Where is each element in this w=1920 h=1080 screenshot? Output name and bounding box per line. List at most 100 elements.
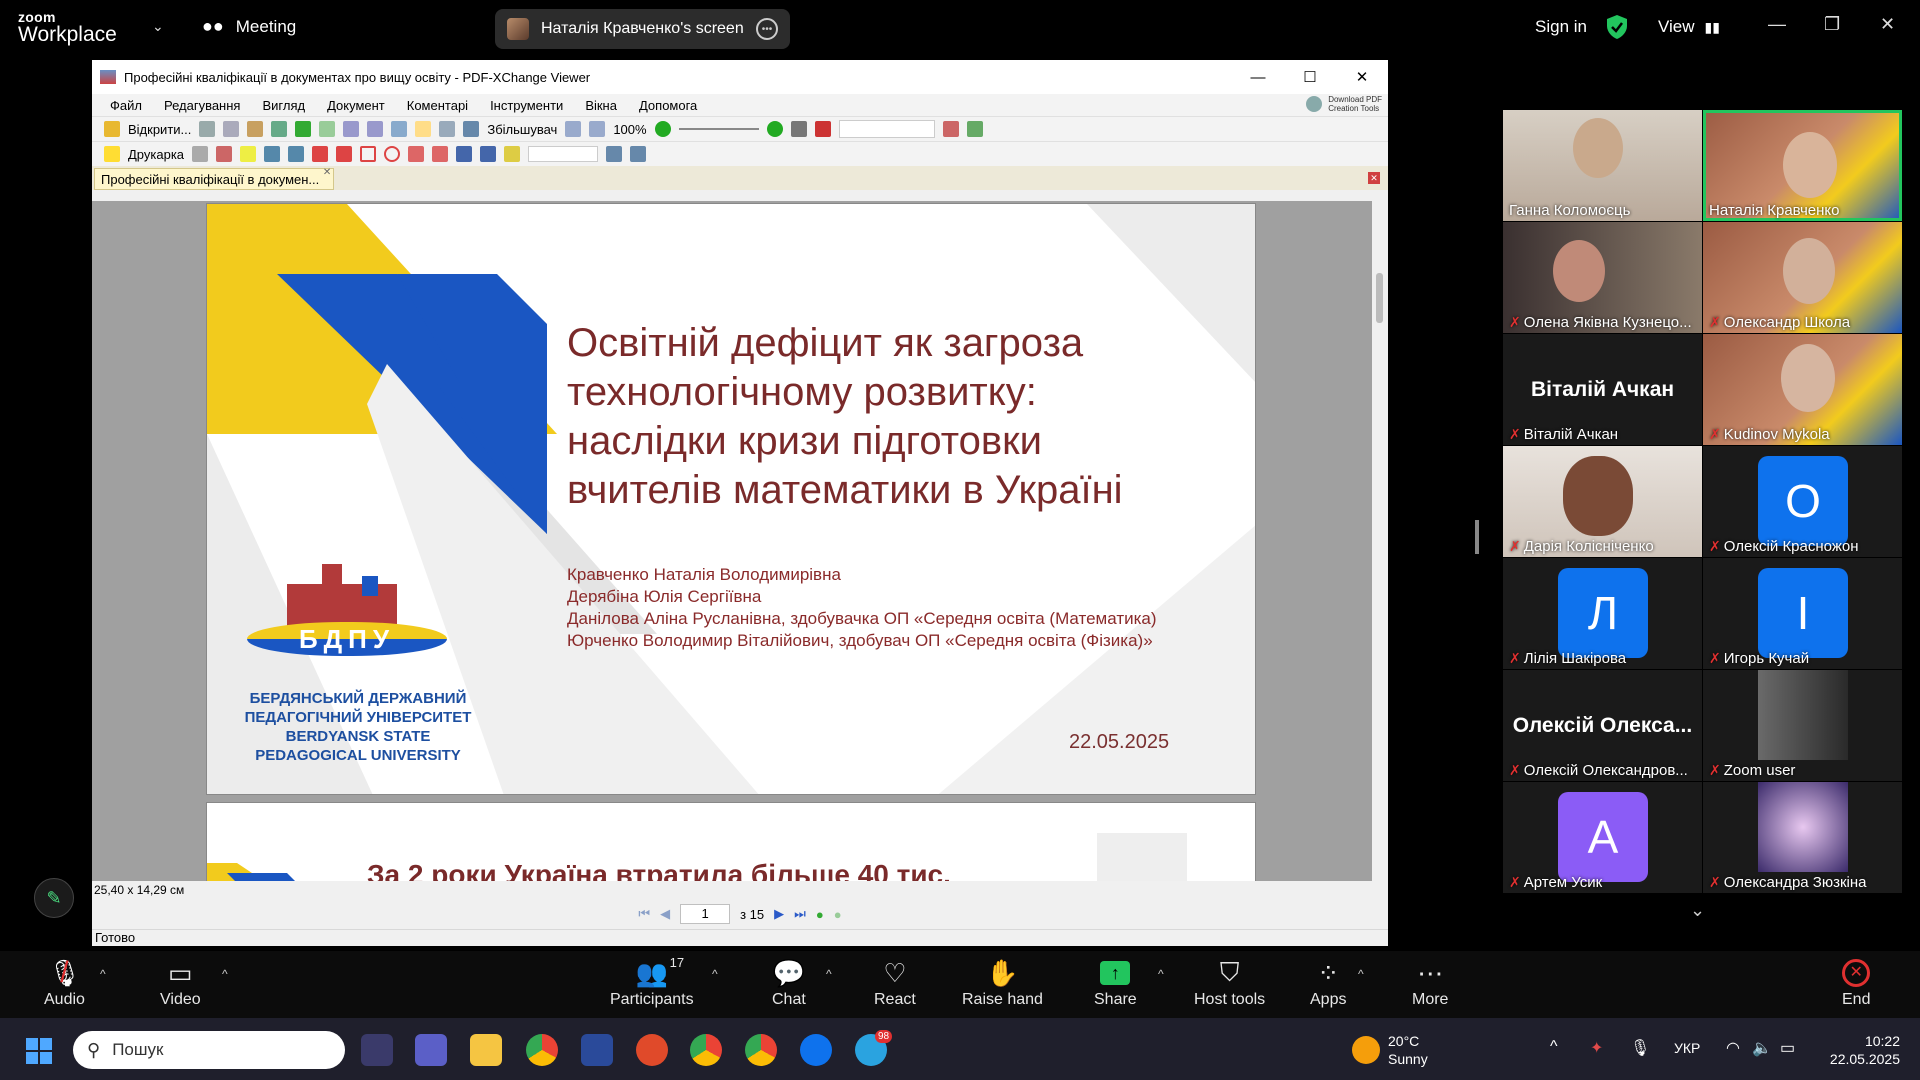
line-icon[interactable] bbox=[336, 146, 353, 162]
participant-tile[interactable]: Віталій Ачкан ✗ Віталій Ачкан bbox=[1503, 334, 1702, 445]
fit-width-icon[interactable] bbox=[589, 121, 606, 137]
comment-icon[interactable] bbox=[104, 146, 120, 162]
forward-view-icon[interactable]: ● bbox=[834, 907, 842, 922]
page-number-input[interactable]: 1 bbox=[680, 904, 731, 924]
horizontal-scrollbar[interactable] bbox=[202, 886, 1364, 894]
tray-app-icon[interactable]: ✦ bbox=[1590, 1038, 1603, 1058]
pdf-minimize-icon[interactable]: — bbox=[1232, 60, 1284, 94]
document-close-icon[interactable]: ✕ bbox=[1368, 172, 1380, 184]
participant-tile[interactable]: А ✗ Артем Усик bbox=[1503, 782, 1702, 893]
share-button[interactable]: ↑ Share bbox=[1094, 957, 1137, 1009]
participant-tile[interactable]: ✗ Zoom user bbox=[1703, 670, 1902, 781]
taskbar-app-icon[interactable] bbox=[361, 1034, 393, 1066]
weather-widget[interactable]: 20°C Sunny bbox=[1388, 1032, 1428, 1068]
volume-icon[interactable]: 🔈 bbox=[1752, 1038, 1772, 1058]
teams-icon[interactable] bbox=[415, 1034, 447, 1066]
eye-icon[interactable] bbox=[790, 121, 807, 137]
view-button[interactable]: View ▮▮ bbox=[1658, 17, 1720, 37]
zoom-slider[interactable] bbox=[678, 128, 759, 130]
chrome-profile-icon[interactable] bbox=[690, 1034, 722, 1066]
pdf-document-view[interactable]: БДПУ БЕРДЯНСЬКИЙ ДЕРЖАВНИЙ ПЕДАГОГІЧНИЙ … bbox=[92, 201, 1372, 881]
participant-tile[interactable]: Ганна Коломоєць bbox=[1503, 110, 1702, 221]
tab-close-icon[interactable]: ✕ bbox=[323, 167, 331, 178]
participants-button[interactable]: 👥 17 Participants bbox=[610, 955, 694, 1009]
open-button[interactable]: Відкрити... bbox=[128, 122, 191, 137]
share-caret-icon[interactable]: ^ bbox=[1158, 967, 1164, 981]
stamp-dropdown[interactable] bbox=[528, 146, 599, 162]
apps-button[interactable]: ⁘ Apps bbox=[1310, 957, 1346, 1009]
search-icon[interactable] bbox=[966, 121, 983, 137]
zoom-in-icon[interactable] bbox=[766, 121, 783, 137]
participant-tile[interactable]: ✗ Олександра Зюзкіна bbox=[1703, 782, 1902, 893]
participant-tile[interactable]: О ✗ Олексій Красножон bbox=[1703, 446, 1902, 557]
host-tools-button[interactable]: ⛉ Host tools bbox=[1194, 957, 1265, 1009]
chat-caret-icon[interactable]: ^ bbox=[826, 967, 832, 981]
forward-icon[interactable] bbox=[319, 121, 336, 137]
more-options-icon[interactable]: ••• bbox=[756, 18, 778, 40]
rectangle-icon[interactable] bbox=[360, 146, 377, 162]
clock[interactable]: 10:22 22.05.2025 bbox=[1820, 1032, 1900, 1068]
audio-button[interactable]: 🎙 / Audio bbox=[44, 956, 85, 1009]
callout-icon[interactable] bbox=[216, 146, 233, 162]
participant-tile[interactable]: ✗ Дарія Колісніченко bbox=[1503, 446, 1702, 557]
fit-page-icon[interactable] bbox=[565, 121, 582, 137]
react-button[interactable]: ♡ React bbox=[874, 957, 916, 1009]
pdf-maximize-icon[interactable]: ☐ bbox=[1284, 60, 1336, 94]
polygon-icon[interactable] bbox=[408, 146, 425, 162]
sign-in-button[interactable]: Sign in bbox=[1535, 17, 1587, 37]
zoom-out-icon[interactable] bbox=[654, 121, 671, 137]
wifi-icon[interactable]: ◠ bbox=[1726, 1038, 1740, 1058]
chrome-profile-icon[interactable] bbox=[745, 1034, 777, 1066]
first-page-icon[interactable]: ⏮ bbox=[638, 906, 650, 922]
chrome-icon[interactable] bbox=[526, 1034, 558, 1066]
windows-start-icon[interactable] bbox=[26, 1038, 52, 1064]
participant-tile[interactable]: ✗ Олена Яківна Кузнецо... bbox=[1503, 222, 1702, 333]
cloud-icon[interactable] bbox=[432, 146, 449, 162]
participant-tile[interactable]: Л ✗ Лілія Шакірова bbox=[1503, 558, 1702, 669]
taskbar-search[interactable]: ⚲ Пошук bbox=[73, 1031, 345, 1069]
menu-help[interactable]: Допомога bbox=[639, 98, 697, 113]
chevron-down-icon[interactable]: ⌄ bbox=[1690, 900, 1705, 921]
pencil-icon[interactable] bbox=[480, 146, 497, 162]
last-page-icon[interactable]: ⏭ bbox=[794, 906, 806, 922]
menu-windows[interactable]: Вікна bbox=[585, 98, 617, 113]
participant-tile[interactable]: І ✗ Игорь Кучай bbox=[1703, 558, 1902, 669]
eraser-icon[interactable] bbox=[504, 146, 521, 162]
zoom-icon[interactable] bbox=[800, 1034, 832, 1066]
scrollbar-thumb[interactable] bbox=[1376, 273, 1383, 323]
battery-icon[interactable]: ▭ bbox=[1780, 1038, 1795, 1058]
prev-page-icon[interactable]: ◀ bbox=[660, 906, 670, 922]
undo-icon[interactable] bbox=[343, 121, 360, 137]
zoom-value[interactable]: 100% bbox=[613, 122, 646, 137]
zoom-tool-button[interactable]: Збільшувач bbox=[487, 122, 557, 137]
save-icon[interactable] bbox=[199, 121, 216, 137]
area-icon[interactable] bbox=[630, 146, 647, 162]
zoom-tool-icon[interactable] bbox=[463, 121, 480, 137]
apps-caret-icon[interactable]: ^ bbox=[1358, 967, 1364, 981]
print-icon[interactable] bbox=[223, 121, 240, 137]
redo-icon[interactable] bbox=[367, 121, 384, 137]
back-view-icon[interactable]: ● bbox=[816, 907, 824, 922]
shield-check-icon[interactable] bbox=[1606, 14, 1628, 40]
chevron-down-icon[interactable]: ⌄ bbox=[152, 18, 164, 35]
audio-caret-icon[interactable]: ^ bbox=[100, 967, 106, 981]
meeting-button[interactable]: ●● Meeting bbox=[202, 16, 296, 37]
highlight-icon[interactable] bbox=[814, 121, 831, 137]
restore-icon[interactable]: ❐ bbox=[1824, 14, 1840, 35]
pin-icon[interactable] bbox=[456, 146, 473, 162]
taskbar-app-icon[interactable] bbox=[581, 1034, 613, 1066]
participants-caret-icon[interactable]: ^ bbox=[712, 967, 718, 981]
scan-icon[interactable] bbox=[247, 121, 264, 137]
minimize-icon[interactable]: — bbox=[1768, 14, 1786, 35]
oval-icon[interactable] bbox=[384, 146, 401, 162]
chevron-up-icon[interactable]: ^ bbox=[1550, 1038, 1558, 1056]
rotate-icon[interactable] bbox=[391, 121, 408, 137]
participant-tile[interactable]: ✗ Олександр Школа bbox=[1703, 222, 1902, 333]
close-icon[interactable]: ✕ bbox=[1880, 14, 1895, 35]
panel-resize-handle[interactable] bbox=[1475, 520, 1479, 554]
menu-edit[interactable]: Редагування bbox=[164, 98, 241, 113]
measure-icon[interactable] bbox=[606, 146, 623, 162]
menu-document[interactable]: Документ bbox=[327, 98, 385, 113]
video-caret-icon[interactable]: ^ bbox=[222, 967, 228, 981]
file-explorer-icon[interactable] bbox=[470, 1034, 502, 1066]
